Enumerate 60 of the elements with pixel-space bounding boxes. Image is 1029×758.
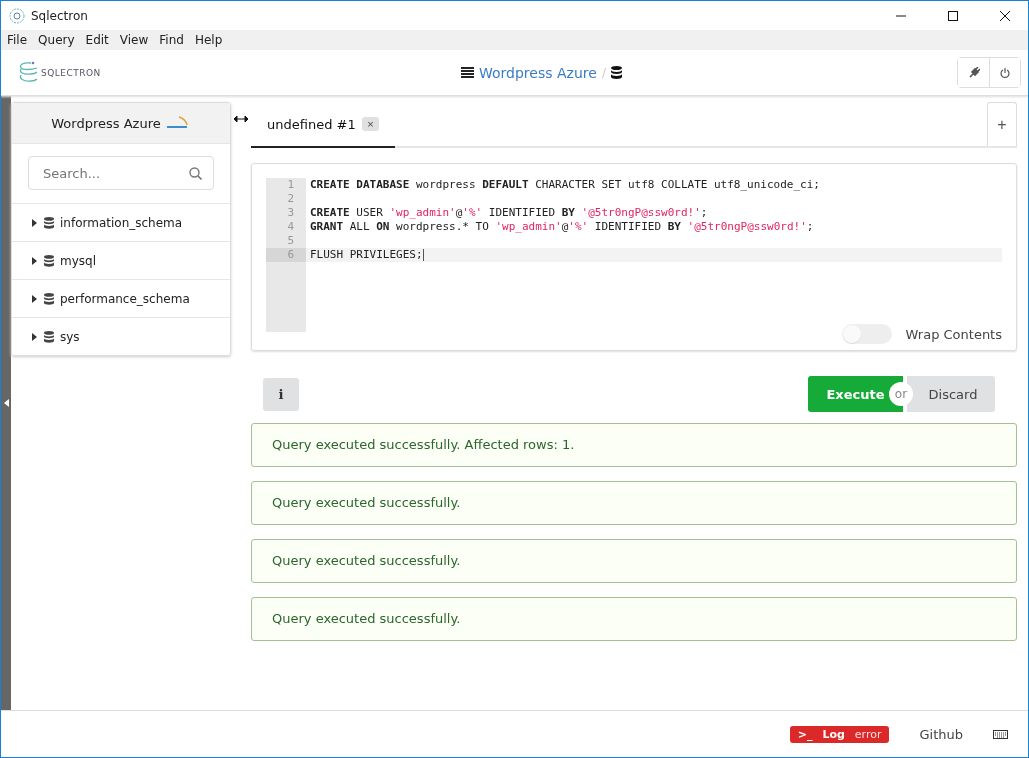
success-message: Query executed successfully. Affected rows: 1.	[251, 423, 1017, 467]
info-button[interactable]: i	[263, 377, 299, 411]
database-icon	[611, 66, 623, 79]
window-title: Sqlectron	[31, 8, 88, 23]
code-line: CREATE USER 'wp_admin'@'%' IDENTIFIED BY '@5tr0ngP@ssw0rd!';	[310, 206, 708, 220]
resize-icon[interactable]	[234, 116, 248, 122]
line-number: 1	[266, 178, 306, 192]
expand-caret-icon[interactable]	[32, 218, 38, 227]
code-line: GRANT ALL ON wordpress.* TO 'wp_admin'@'%' IDENTIFIED BY '@5tr0ngP@ssw0rd!';	[310, 220, 814, 234]
line-number: 3	[266, 206, 306, 220]
server-link[interactable]: Wordpress Azure	[479, 64, 597, 81]
success-message: Query executed successfully.	[251, 481, 1017, 525]
menu-item[interactable]: Find	[159, 33, 184, 47]
wrap-label: Wrap Contents	[905, 326, 1002, 342]
search-field[interactable]: Search...	[28, 156, 214, 190]
connection-title: Wordpress Azure	[51, 115, 161, 131]
plug-icon	[967, 66, 980, 79]
expand-caret-icon[interactable]	[32, 332, 38, 341]
line-number-gutter	[266, 262, 306, 332]
menu-item[interactable]: Edit	[85, 33, 109, 47]
line-number: 4	[266, 220, 306, 234]
code-line: CREATE DATABASE wordpress DEFAULT CHARACTER SET utf8 COLLATE utf8_unicode_ci;	[310, 178, 820, 192]
code-line: FLUSH PRIVILEGES;	[310, 248, 424, 262]
expand-caret-icon[interactable]	[32, 256, 38, 265]
database-item[interactable]: information_schema	[60, 215, 183, 230]
discard-button[interactable]: Discard	[907, 376, 995, 412]
breadcrumb-separator: /	[601, 65, 607, 80]
database-item[interactable]: performance_schema	[60, 291, 190, 306]
caret-icon	[3, 399, 9, 407]
database-icon	[44, 292, 54, 305]
menu-item[interactable]: View	[119, 33, 149, 47]
tab-close-button[interactable]: ×	[361, 117, 380, 131]
line-number: 5	[266, 234, 306, 248]
github-link[interactable]: Github	[919, 726, 963, 742]
query-tab[interactable]: undefined #1 ×	[251, 102, 396, 148]
expand-caret-icon[interactable]	[32, 294, 38, 303]
maximize-icon[interactable]	[947, 9, 959, 22]
sidebar-collapse-handle[interactable]	[1, 96, 11, 710]
app-logo-icon	[9, 7, 25, 24]
wrap-toggle[interactable]	[841, 324, 892, 344]
database-item[interactable]: sys	[60, 329, 80, 344]
database-icon	[44, 216, 54, 229]
close-icon[interactable]	[999, 9, 1011, 22]
database-item[interactable]: mysql	[60, 253, 96, 268]
keyboard-icon[interactable]	[993, 729, 1008, 739]
line-number: 2	[266, 192, 306, 206]
database-icon	[44, 254, 54, 267]
search-icon	[189, 167, 202, 180]
menu-item[interactable]: Query	[38, 33, 75, 47]
success-message: Query executed successfully.	[251, 597, 1017, 641]
menu-item[interactable]: File	[7, 33, 28, 47]
server-icon	[461, 67, 474, 78]
line-number: 6	[266, 248, 306, 262]
log-button[interactable]: >_ Log error	[789, 725, 890, 743]
menu-item[interactable]: Help	[194, 33, 223, 47]
success-message: Query executed successfully.	[251, 539, 1017, 583]
database-icon	[44, 330, 54, 343]
add-tab-button[interactable]: +	[987, 102, 1017, 146]
power-icon	[999, 66, 1011, 79]
logo-text: SQLECTRON	[41, 67, 101, 78]
